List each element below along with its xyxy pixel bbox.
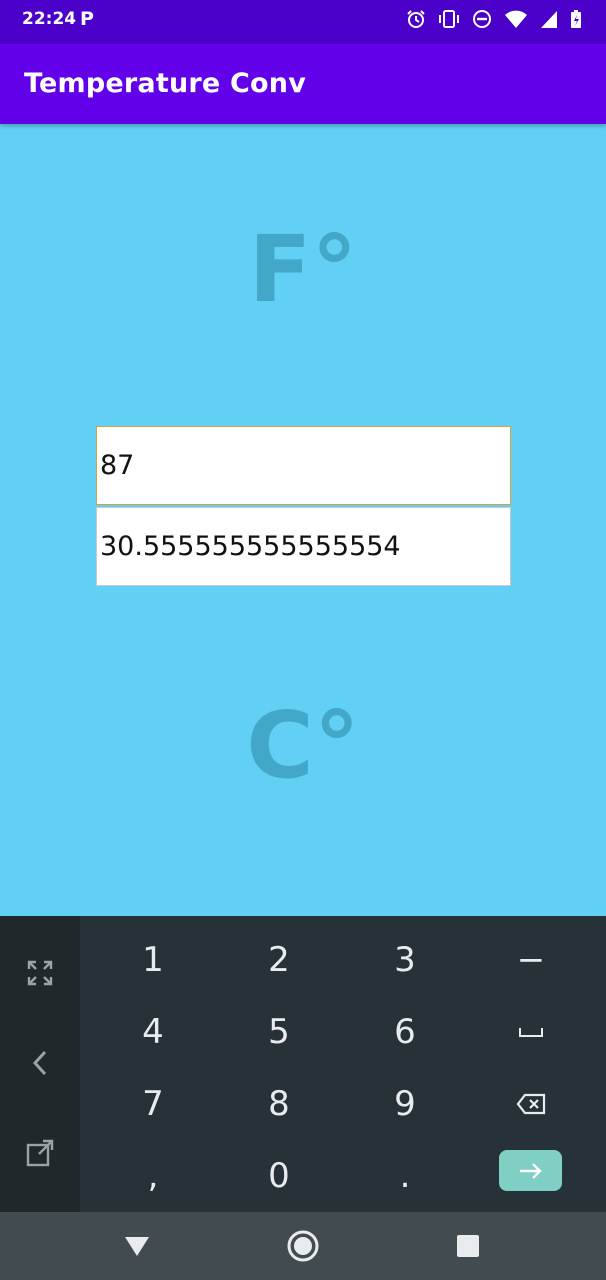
- wifi-icon: [505, 10, 527, 28]
- key-7[interactable]: 7: [90, 1068, 216, 1140]
- key-1[interactable]: 1: [90, 924, 216, 996]
- key-6[interactable]: 6: [342, 996, 468, 1068]
- home-icon[interactable]: [283, 1226, 323, 1266]
- space-key[interactable]: [468, 996, 594, 1068]
- key-minus[interactable]: −: [468, 924, 594, 996]
- back-icon[interactable]: [117, 1226, 157, 1266]
- arrow-right-icon: [519, 1162, 542, 1179]
- key-comma[interactable]: ,: [90, 1140, 216, 1212]
- enter-button[interactable]: [499, 1150, 562, 1191]
- app-title: Temperature Conv: [24, 68, 306, 99]
- space-icon: [519, 1028, 543, 1037]
- signal-icon: [541, 11, 557, 28]
- status-icons: [406, 8, 582, 30]
- numeric-keyboard: 1 2 3 − 4 5 6 7 8 9 , 0 .: [0, 916, 606, 1212]
- battery-icon: [571, 10, 581, 28]
- key-9[interactable]: 9: [342, 1068, 468, 1140]
- p-letter-icon: P: [80, 8, 94, 30]
- fullscreen-icon[interactable]: [0, 936, 80, 1010]
- alarm-icon: [407, 10, 425, 28]
- celsius-input[interactable]: 30.555555555555554: [96, 507, 511, 586]
- backspace-key[interactable]: [468, 1068, 594, 1140]
- key-4[interactable]: 4: [90, 996, 216, 1068]
- key-period[interactable]: .: [342, 1140, 468, 1212]
- keyboard-side-panel: [0, 916, 80, 1212]
- chevron-left-icon[interactable]: [0, 1026, 80, 1100]
- key-2[interactable]: 2: [216, 924, 342, 996]
- celsius-label: C°: [246, 692, 360, 799]
- key-5[interactable]: 5: [216, 996, 342, 1068]
- recents-icon[interactable]: [448, 1226, 488, 1266]
- backspace-icon: [516, 1093, 546, 1115]
- key-8[interactable]: 8: [216, 1068, 342, 1140]
- fahrenheit-label: F°: [248, 216, 358, 323]
- key-0[interactable]: 0: [216, 1140, 342, 1212]
- status-bar: 22:24 P: [0, 0, 606, 44]
- app-bar: Temperature Conv: [0, 44, 606, 124]
- do-not-disturb-icon: [473, 10, 491, 28]
- navigation-bar: [0, 1212, 606, 1280]
- open-external-icon[interactable]: [0, 1116, 80, 1190]
- fahrenheit-input[interactable]: 87: [96, 426, 511, 505]
- key-3[interactable]: 3: [342, 924, 468, 996]
- vibrate-icon: [439, 10, 459, 28]
- status-time: 22:24: [22, 9, 77, 29]
